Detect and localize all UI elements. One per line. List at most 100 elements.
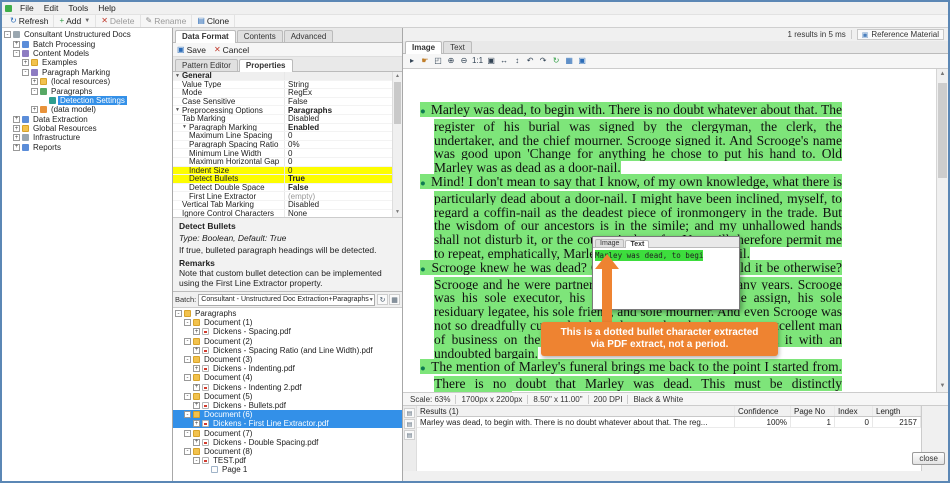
tab-contents[interactable]: Contents bbox=[237, 30, 283, 42]
nav-tree-item[interactable]: -Paragraphs bbox=[2, 86, 172, 95]
zoom-in-icon[interactable]: ⊕ bbox=[445, 55, 457, 67]
status-segment[interactable]: 1700px x 2200px bbox=[456, 395, 527, 404]
collapse-box-icon[interactable]: - bbox=[184, 356, 191, 363]
expand-box-icon[interactable]: + bbox=[13, 134, 20, 141]
expand-box-icon[interactable]: + bbox=[193, 420, 200, 427]
collapse-arrow-icon[interactable]: ▼ bbox=[182, 124, 187, 130]
nav-tree-item[interactable]: +Global Resources bbox=[2, 124, 172, 133]
batch-tree-item[interactable]: -Document (6) bbox=[173, 410, 402, 419]
refresh-button[interactable]: ↻Refresh bbox=[5, 15, 54, 27]
dropdown-arrow-icon[interactable]: ▼ bbox=[84, 18, 90, 24]
tab-properties[interactable]: Properties bbox=[239, 59, 293, 72]
fit-height-icon[interactable]: ↕ bbox=[511, 55, 523, 67]
delete-button[interactable]: ✕Delete bbox=[96, 15, 140, 27]
zoom-actual-icon[interactable]: 1:1 bbox=[471, 55, 484, 67]
collapse-box-icon[interactable]: - bbox=[22, 69, 29, 76]
status-segment[interactable]: 200 DPI bbox=[589, 395, 628, 404]
batch-tree-item[interactable]: -Document (4) bbox=[173, 373, 402, 382]
batch-tree-item[interactable]: -Document (2) bbox=[173, 337, 402, 346]
zoom-out-icon[interactable]: ⊖ bbox=[458, 55, 470, 67]
select-pointer-icon[interactable]: ▸ bbox=[406, 55, 418, 67]
collapse-box-icon[interactable]: - bbox=[184, 319, 191, 326]
popup-tab-image[interactable]: Image bbox=[595, 239, 624, 247]
save-image-icon[interactable]: ▣ bbox=[576, 55, 588, 67]
nav-tree-item[interactable]: +(local resources) bbox=[2, 77, 172, 86]
expand-box-icon[interactable]: + bbox=[193, 439, 200, 446]
scroll-up-icon[interactable]: ▲ bbox=[937, 69, 948, 80]
expand-box-icon[interactable]: + bbox=[22, 59, 29, 66]
batch-tree-item[interactable]: -Document (3) bbox=[173, 355, 402, 364]
rotate-left-icon[interactable]: ↶ bbox=[524, 55, 536, 67]
batch-tree-item[interactable]: -Document (7) bbox=[173, 428, 402, 437]
batch-tree-item[interactable]: -Document (1) bbox=[173, 318, 402, 327]
batch-tree-item[interactable]: +Dickens - Spacing Ratio (and Line Width… bbox=[173, 346, 402, 355]
collapse-box-icon[interactable]: - bbox=[193, 457, 200, 464]
status-segment[interactable]: Black & White bbox=[628, 395, 688, 404]
collapse-box-icon[interactable]: - bbox=[184, 374, 191, 381]
batch-tree-item[interactable]: Page 1 bbox=[173, 465, 402, 474]
scrollbar-thumb[interactable] bbox=[938, 83, 947, 178]
menu-help[interactable]: Help bbox=[93, 3, 120, 13]
results-row[interactable]: Marley was dead, to begin with. There is… bbox=[417, 417, 921, 428]
properties-scrollbar[interactable]: ▲ ▼ bbox=[392, 72, 402, 217]
scroll-up-icon[interactable]: ▲ bbox=[393, 72, 402, 81]
batch-tree-item[interactable]: -Document (8) bbox=[173, 447, 402, 456]
nav-tree-item[interactable]: +(data model) bbox=[2, 105, 172, 114]
nav-tree-item[interactable]: +Examples bbox=[2, 58, 172, 67]
tab-advanced[interactable]: Advanced bbox=[284, 30, 334, 42]
collapse-box-icon[interactable]: - bbox=[184, 448, 191, 455]
collapse-arrow-icon[interactable]: ▼ bbox=[175, 73, 180, 79]
collapse-arrow-icon[interactable]: ▼ bbox=[175, 107, 180, 113]
text-preview-popup[interactable]: ImageText Marley was dead, to begi bbox=[592, 236, 740, 310]
nav-tree-item[interactable]: -Content Models bbox=[2, 49, 172, 58]
results-column-header[interactable]: Index bbox=[835, 406, 873, 416]
batch-grid-icon[interactable]: ▦ bbox=[389, 294, 400, 305]
viewer-tab-text[interactable]: Text bbox=[443, 41, 472, 53]
batch-tree-item[interactable]: -Paragraphs bbox=[173, 309, 402, 318]
collapse-box-icon[interactable]: - bbox=[184, 430, 191, 437]
batch-tree-item[interactable]: +Dickens - Indenting 2.pdf bbox=[173, 383, 402, 392]
fit-width-icon[interactable]: ↔ bbox=[498, 55, 510, 67]
nav-tree-item[interactable]: +Infrastructure bbox=[2, 133, 172, 142]
results-column-header[interactable]: Confidence bbox=[735, 406, 791, 416]
export-results-icon[interactable]: ▤ bbox=[404, 408, 415, 418]
cancel-button[interactable]: ✕ Cancel bbox=[214, 45, 249, 55]
menu-file[interactable]: File bbox=[15, 3, 39, 13]
results-column-header[interactable]: Page No bbox=[791, 406, 835, 416]
status-segment[interactable]: 8.50" x 11.00" bbox=[528, 395, 587, 404]
save-button[interactable]: ▣ Save bbox=[177, 45, 206, 55]
add-button[interactable]: +Add▼ bbox=[54, 15, 96, 27]
combo-dropdown-icon[interactable]: ▼ bbox=[369, 297, 374, 303]
collapse-box-icon[interactable]: - bbox=[31, 88, 38, 95]
collapse-box-icon[interactable]: - bbox=[175, 310, 182, 317]
tab-pattern-editor[interactable]: Pattern Editor bbox=[175, 59, 238, 71]
expand-box-icon[interactable]: + bbox=[193, 328, 200, 335]
collapse-box-icon[interactable]: - bbox=[184, 338, 191, 345]
collapse-box-icon[interactable]: - bbox=[13, 50, 20, 57]
reference-material-button[interactable]: ▣ Reference Material bbox=[857, 29, 944, 40]
scrollbar-thumb[interactable] bbox=[394, 82, 401, 124]
viewer-tab-image[interactable]: Image bbox=[405, 41, 442, 54]
property-value[interactable]: None bbox=[285, 209, 402, 218]
scroll-down-icon[interactable]: ▼ bbox=[937, 381, 948, 392]
collapse-box-icon[interactable]: - bbox=[184, 393, 191, 400]
status-segment[interactable]: Scale: 63% bbox=[405, 395, 455, 404]
copy-results-icon[interactable]: ▤ bbox=[404, 419, 415, 429]
refresh-image-icon[interactable]: ↻ bbox=[550, 55, 562, 67]
nav-tree-item[interactable]: +Batch Processing bbox=[2, 39, 172, 48]
rename-button[interactable]: ✎Rename bbox=[141, 15, 193, 27]
batch-tree-item[interactable]: +Dickens - Indenting.pdf bbox=[173, 364, 402, 373]
rotate-right-icon[interactable]: ↷ bbox=[537, 55, 549, 67]
expand-box-icon[interactable]: + bbox=[13, 144, 20, 151]
nav-tree-item[interactable]: +Data Extraction bbox=[2, 115, 172, 124]
expand-box-icon[interactable]: + bbox=[193, 365, 200, 372]
batch-tree-item[interactable]: -Document (5) bbox=[173, 392, 402, 401]
expand-box-icon[interactable]: + bbox=[13, 116, 20, 123]
expand-box-icon[interactable]: + bbox=[193, 402, 200, 409]
viewport-scrollbar[interactable]: ▲ ▼ bbox=[936, 69, 948, 392]
property-row[interactable]: Ignore Control CharactersNone bbox=[173, 210, 402, 219]
expand-box-icon[interactable]: + bbox=[31, 78, 38, 85]
menu-edit[interactable]: Edit bbox=[39, 3, 64, 13]
zoom-rect-icon[interactable]: ◰ bbox=[432, 55, 444, 67]
collapse-box-icon[interactable]: - bbox=[184, 411, 191, 418]
